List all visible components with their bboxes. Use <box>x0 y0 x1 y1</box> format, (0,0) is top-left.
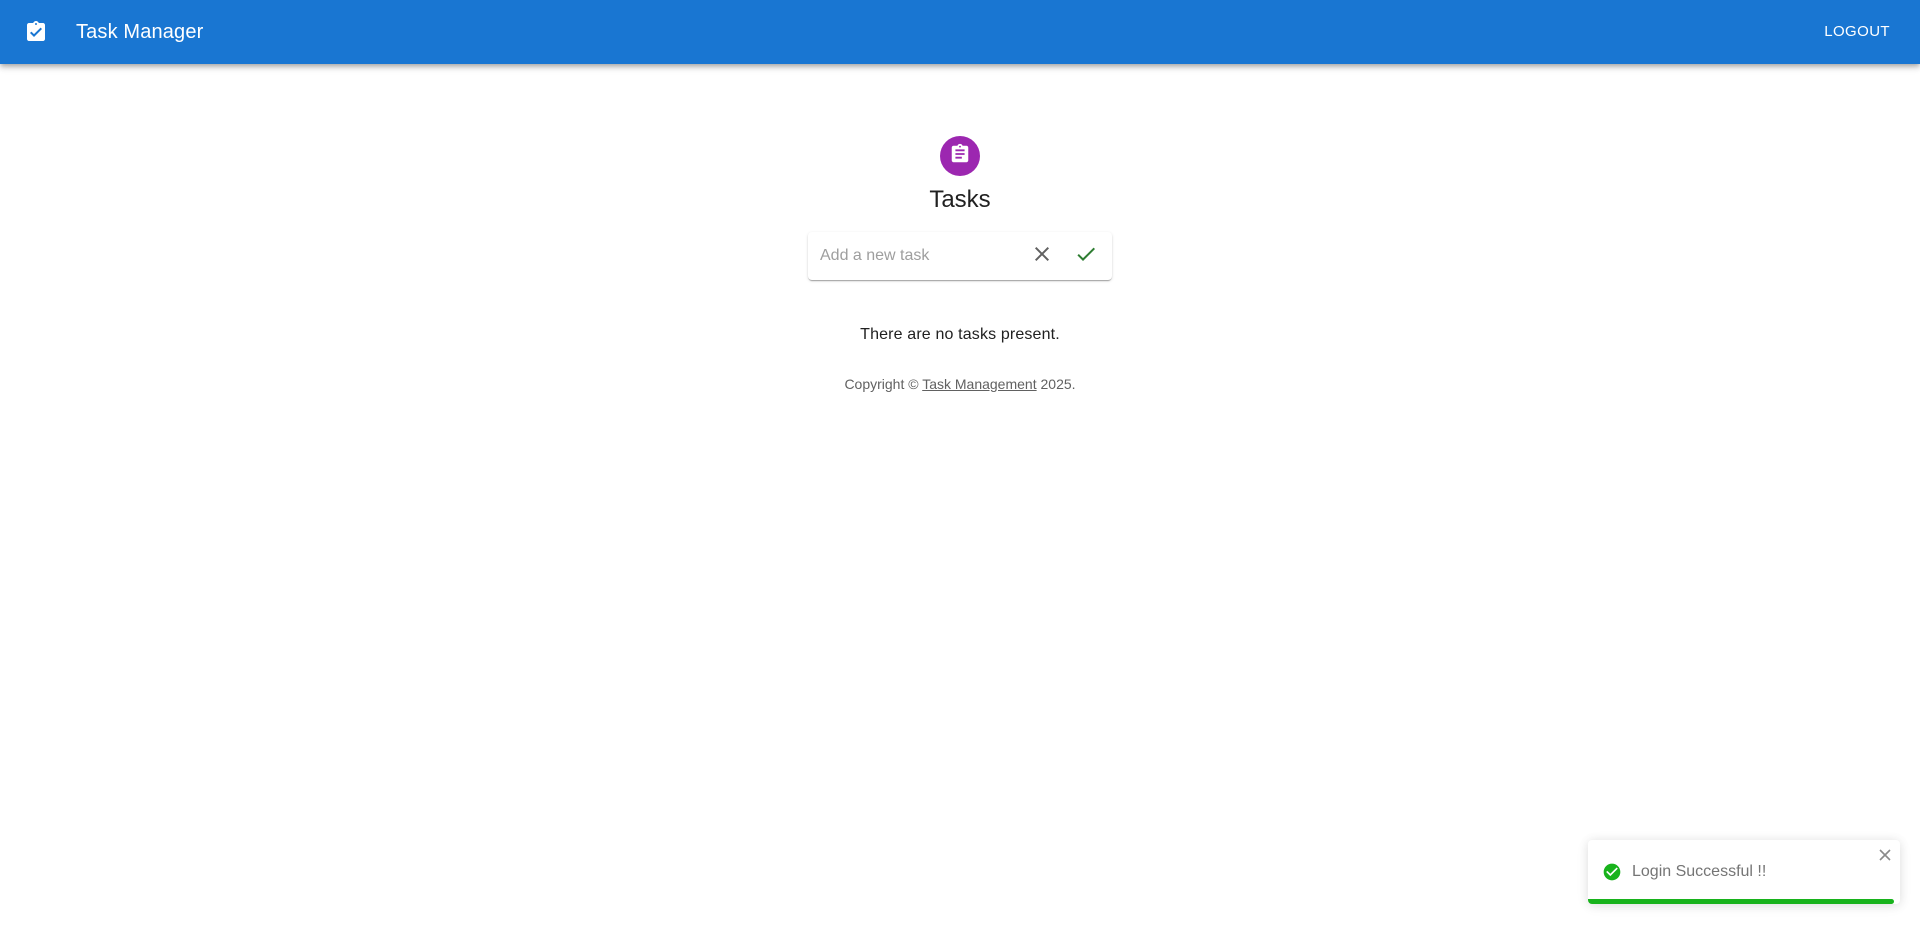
check-icon <box>1074 242 1098 271</box>
add-task-form <box>808 232 1112 280</box>
check-circle-icon <box>1602 862 1622 882</box>
page-title: Tasks <box>929 186 991 213</box>
task-management-link[interactable]: Task Management <box>922 376 1036 392</box>
toast-progress-bar <box>1588 899 1894 904</box>
clipboard-check-icon <box>24 20 48 44</box>
copyright-prefix: Copyright © <box>844 376 923 392</box>
app-bar: Task Manager LOGOUT <box>0 0 1920 64</box>
login-success-toast: Login Successful !! <box>1588 840 1900 904</box>
add-task-button[interactable] <box>1066 236 1106 276</box>
assignment-icon <box>949 143 971 170</box>
toast-message: Login Successful !! <box>1632 863 1767 880</box>
clear-task-button[interactable] <box>1022 236 1062 276</box>
new-task-input[interactable] <box>820 244 1020 268</box>
avatar <box>940 136 980 176</box>
close-icon[interactable] <box>1878 848 1892 864</box>
app-title: Task Manager <box>76 21 204 43</box>
logout-button[interactable]: LOGOUT <box>1816 16 1898 48</box>
copyright-footer: Copyright © Task Management 2025. <box>0 374 1920 394</box>
empty-tasks-message: There are no tasks present. <box>860 326 1060 343</box>
close-icon <box>1030 242 1054 271</box>
copyright-suffix: 2025. <box>1036 376 1076 392</box>
